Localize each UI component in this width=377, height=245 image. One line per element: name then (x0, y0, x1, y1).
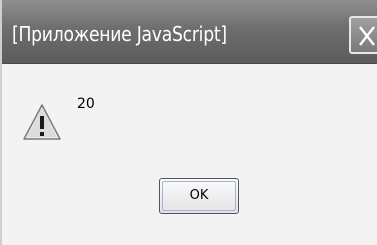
title-bar: [Приложение JavaScript] (2, 0, 377, 64)
warning-icon (23, 104, 61, 140)
ok-button[interactable]: OK (159, 178, 239, 214)
alert-message: 20 (77, 96, 95, 112)
close-icon (359, 26, 375, 46)
window-title: [Приложение JavaScript] (12, 22, 227, 46)
alert-dialog: [Приложение JavaScript] 20 OK (0, 0, 377, 245)
close-button[interactable] (349, 16, 377, 54)
ok-button-focus-ring (162, 181, 236, 211)
